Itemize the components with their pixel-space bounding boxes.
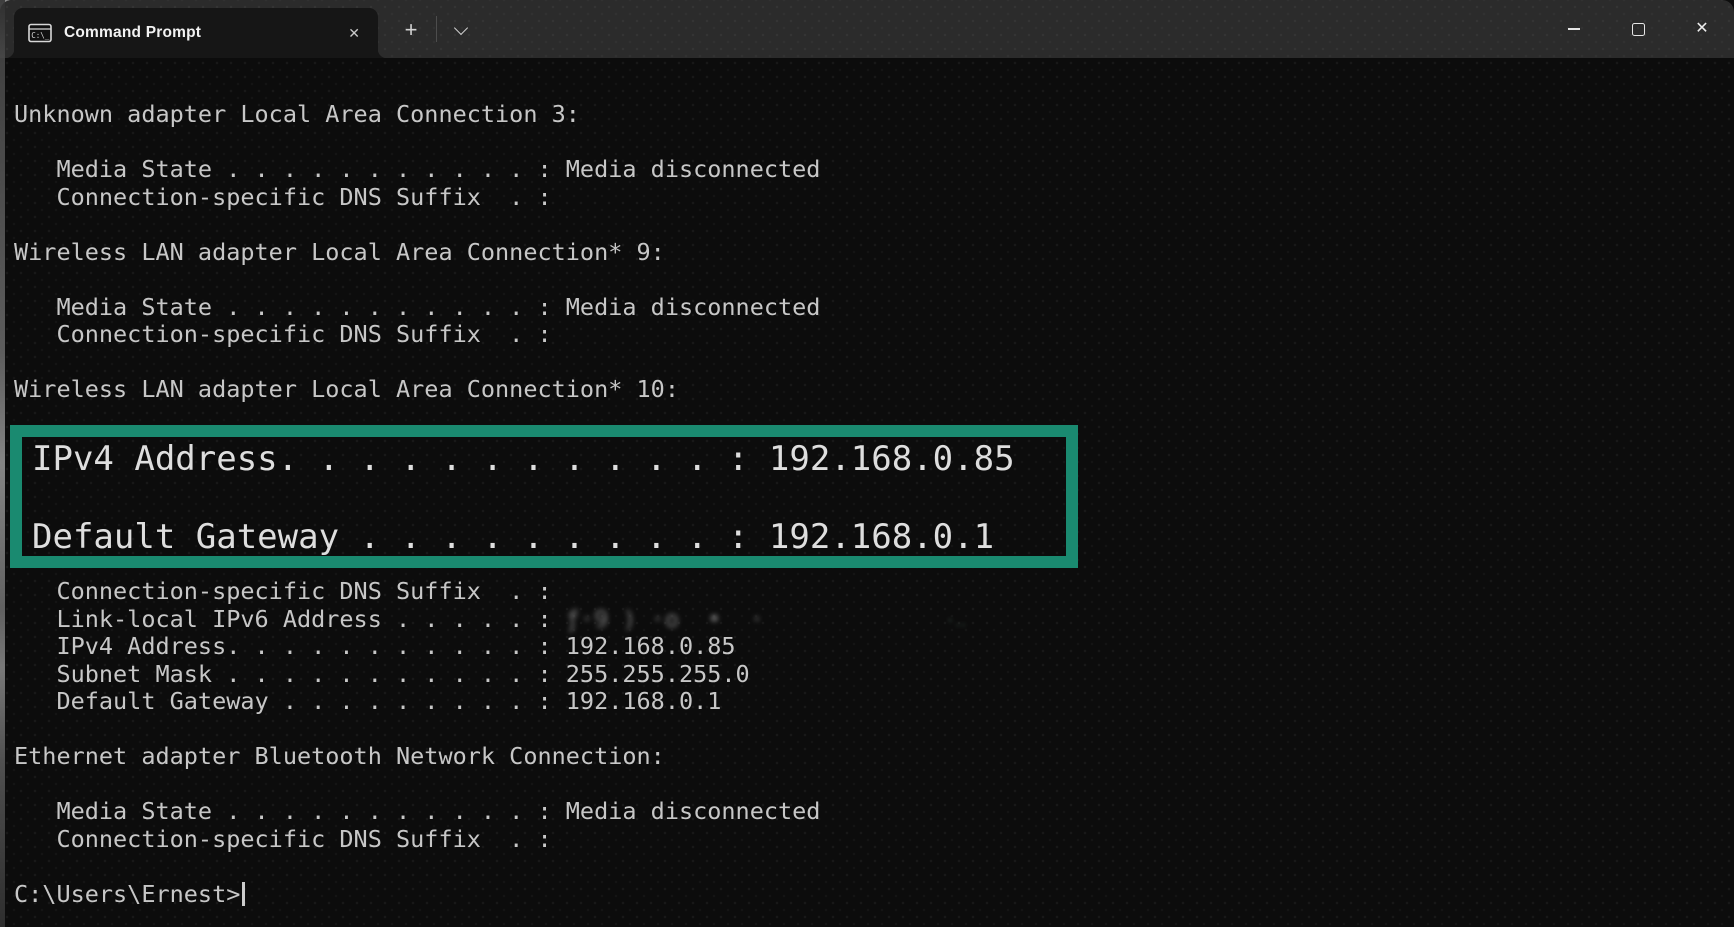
minimize-button[interactable] xyxy=(1542,0,1606,58)
tab-close-icon[interactable]: ✕ xyxy=(340,23,368,43)
close-icon: ✕ xyxy=(1695,21,1708,37)
ipv6-redacted-value: ƒ·9 ) ·o • · xyxy=(566,605,764,633)
highlight-annotation-box: IPv4 Address. . . . . . . . . . . : 192.… xyxy=(10,425,1078,568)
tab-command-prompt[interactable]: C:\_ Command Prompt ✕ xyxy=(14,8,378,58)
close-button[interactable]: ✕ xyxy=(1670,0,1734,58)
titlebar[interactable]: C:\_ Command Prompt ✕ + ✕ xyxy=(0,0,1734,58)
tabbar-separator xyxy=(436,16,437,42)
ipconfig-output-upper: Unknown adapter Local Area Connection 3:… xyxy=(14,101,820,404)
minimize-icon xyxy=(1568,28,1580,30)
prompt-line: C:\Users\Ernest> xyxy=(14,881,820,909)
maximize-icon xyxy=(1632,23,1645,36)
ipconfig-output-lower: Connection-specific DNS Suffix . : Link-… xyxy=(14,578,820,908)
tab-title: Command Prompt xyxy=(64,24,328,42)
svg-text:C:\_: C:\_ xyxy=(31,31,50,40)
cmd-icon: C:\_ xyxy=(28,23,52,43)
highlight-ipv4-line: IPv4 Address. . . . . . . . . . . : 192.… xyxy=(32,440,1015,478)
dns-suffix-line: Connection-specific DNS Suffix . : xyxy=(14,578,820,606)
highlight-gateway-line: Default Gateway . . . . . . . . . : 192.… xyxy=(32,518,994,556)
ipv6-label: Link-local IPv6 Address . . . . . : xyxy=(14,605,566,633)
tab-dropdown-button[interactable] xyxy=(442,13,480,47)
blank-line xyxy=(14,853,820,881)
text-cursor xyxy=(242,882,245,906)
prompt-text: C:\Users\Ernest> xyxy=(14,880,240,908)
new-tab-button[interactable]: + xyxy=(392,13,430,47)
ipv6-line: Link-local IPv6 Address . . . . . : ƒ·9 … xyxy=(14,606,820,634)
maximize-button[interactable] xyxy=(1606,0,1670,58)
ip-details-lines: IPv4 Address. . . . . . . . . . . : 192.… xyxy=(14,633,820,853)
left-edge-artifact xyxy=(0,0,5,927)
terminal-viewport[interactable]: Unknown adapter Local Area Connection 3:… xyxy=(0,58,1734,927)
window-controls: ✕ xyxy=(1542,0,1734,58)
chevron-down-icon xyxy=(454,20,468,34)
terminal-window: C:\_ Command Prompt ✕ + ✕ Unknown adapte… xyxy=(0,0,1734,927)
redaction-smudge: ·‥ xyxy=(945,608,967,636)
